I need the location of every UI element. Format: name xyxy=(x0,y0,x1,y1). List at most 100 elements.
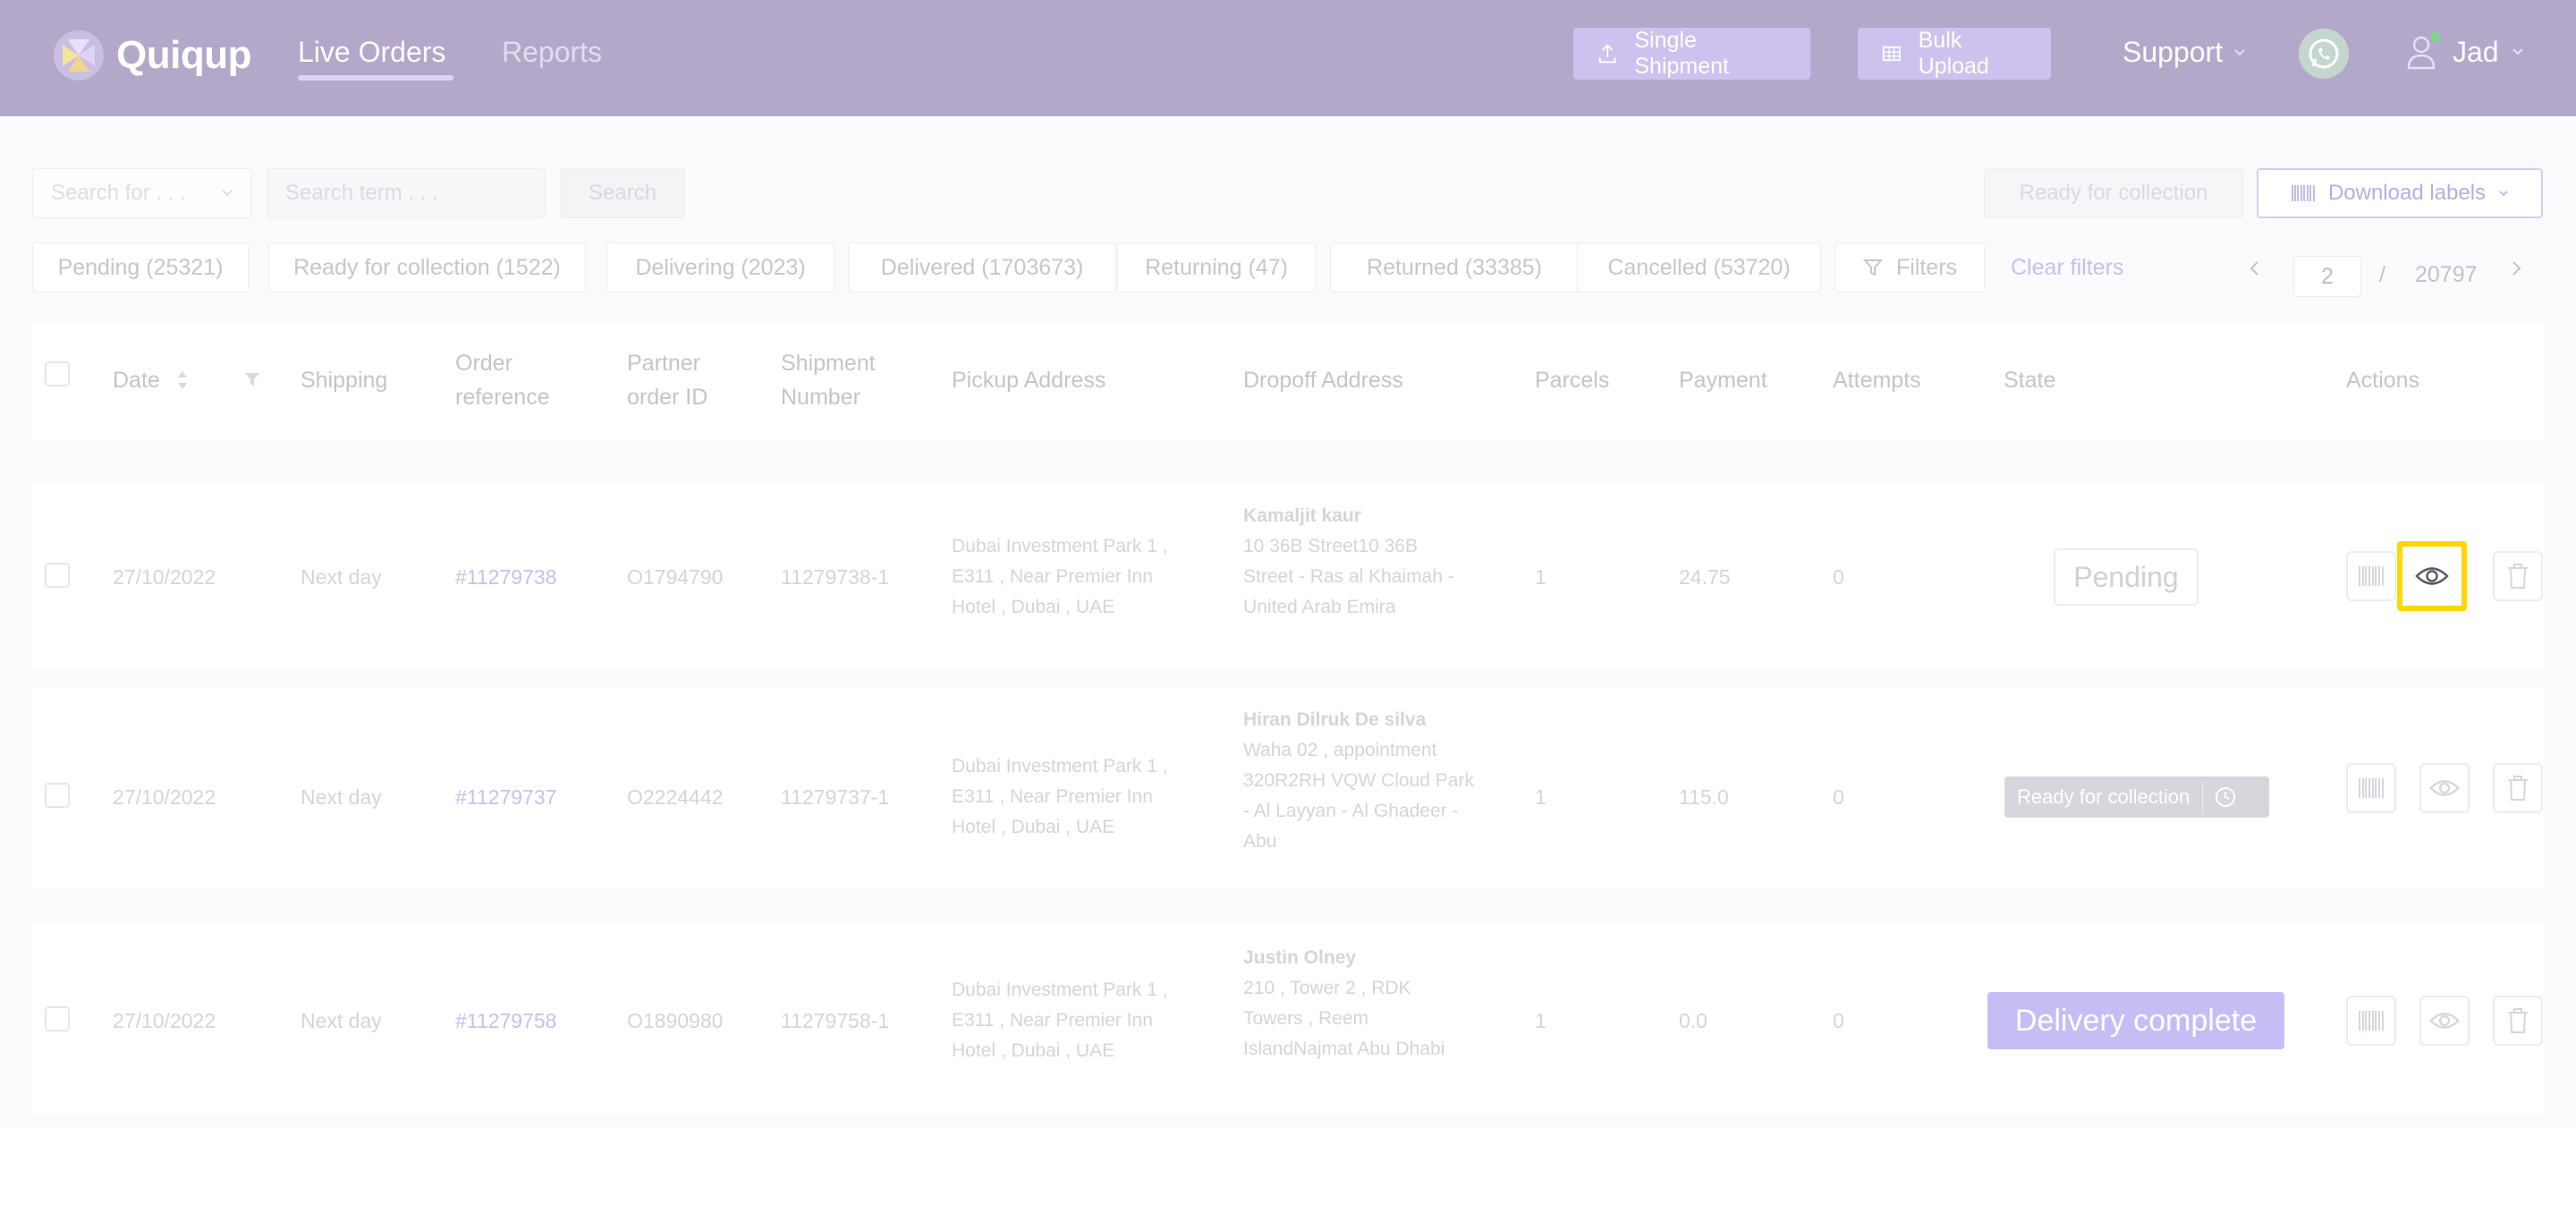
main-content: Search for . . . Search term . . . Searc… xyxy=(0,116,2576,1127)
row-checkbox[interactable] xyxy=(45,783,70,808)
status-chip-delivered[interactable]: Delivered (1703673) xyxy=(848,242,1116,293)
row-order-reference-link[interactable]: #11279738 xyxy=(455,562,556,592)
row-shipping: Next day xyxy=(301,785,382,809)
row-pickup-line: E311 , Near Premier Inn xyxy=(952,1010,1153,1031)
trash-icon xyxy=(2508,564,2528,589)
brand-name: Quiqup xyxy=(116,33,251,77)
header-pickup-address: Pickup Address xyxy=(952,368,1106,393)
row-checkbox[interactable] xyxy=(45,563,70,588)
status-chip-cancelled[interactable]: Cancelled (53720) xyxy=(1577,242,1821,293)
clock-icon[interactable] xyxy=(2203,785,2248,809)
row-dropoff-name: Hiran Dilruk De silva xyxy=(1243,709,1427,730)
print-label-button[interactable] xyxy=(2346,551,2396,601)
eye-icon xyxy=(2415,567,2449,585)
online-status-dot xyxy=(2430,32,2440,42)
nav-reports[interactable]: Reports xyxy=(502,36,602,69)
row-pickup-line: Hotel , Dubai , UAE xyxy=(952,1040,1115,1061)
status-chip-pending[interactable]: Pending (25321) xyxy=(32,242,249,293)
row-shipment-number: 11279738-1 xyxy=(781,565,890,589)
header-order-reference-line2: reference xyxy=(455,385,550,410)
select-all-checkbox[interactable] xyxy=(45,361,70,386)
row-partner-order-id: O2224442 xyxy=(627,785,724,809)
row-order-reference-link[interactable]: #11279737 xyxy=(455,782,556,812)
bulk-upload-button[interactable]: Bulk Upload xyxy=(1858,28,2051,80)
row-dropoff-line: - Al Layyan - Al Ghadeer - xyxy=(1243,801,1459,821)
row-dropoff-line: Abu xyxy=(1243,831,1277,852)
print-label-button[interactable] xyxy=(2346,763,2396,813)
filter-icon xyxy=(1862,259,1884,276)
row-dropoff-name: Kamaljit kaur xyxy=(1243,505,1361,526)
nav-live-orders[interactable]: Live Orders xyxy=(298,36,445,69)
filter-icon[interactable] xyxy=(243,370,261,388)
header-shipment-line2: Number xyxy=(781,385,860,410)
row-dropoff-line: 10 36B Street10 36B xyxy=(1243,536,1418,556)
status-chip-returning[interactable]: Returning (47) xyxy=(1117,242,1316,293)
print-label-button[interactable] xyxy=(2346,996,2396,1046)
table-header: Date Shipping Order reference Partner or… xyxy=(32,324,2544,440)
download-labels-button[interactable]: Download labels xyxy=(2257,168,2543,218)
row-pickup-line: Dubai Investment Park 1 , xyxy=(952,980,1168,1000)
row-checkbox[interactable] xyxy=(45,1006,70,1031)
search-button[interactable]: Search xyxy=(560,168,685,218)
view-order-button[interactable] xyxy=(2419,996,2470,1046)
header-actions: Actions xyxy=(2346,368,2419,393)
page-number-input[interactable]: 2 xyxy=(2293,256,2361,297)
support-menu[interactable]: Support xyxy=(2123,36,2246,69)
clear-filters-link[interactable]: Clear filters xyxy=(2011,255,2123,281)
page-separator: / xyxy=(2379,262,2385,287)
search-for-select[interactable]: Search for . . . xyxy=(32,168,252,218)
view-order-button[interactable] xyxy=(2419,763,2470,813)
bulk-upload-label: Bulk Upload xyxy=(1918,28,1989,79)
single-shipment-button[interactable]: Single Shipment xyxy=(1573,28,1810,80)
row-date: 27/10/2022 xyxy=(113,1009,216,1032)
row-payment: 115.0 xyxy=(1679,785,1729,809)
row-partner-order-id: O1890980 xyxy=(627,1009,724,1032)
page-total: 20797 xyxy=(2415,262,2478,287)
row-parcels: 1 xyxy=(1535,1009,1546,1032)
row-dropoff-line: 210 , Tower 2 , RDK xyxy=(1243,978,1411,998)
delete-order-button[interactable] xyxy=(2493,996,2543,1046)
chevron-left-icon[interactable] xyxy=(2247,259,2261,277)
status-badge-ready-for-collection: Ready for collection xyxy=(2004,776,2269,818)
row-partner-order-id: O1794790 xyxy=(627,565,724,589)
brand[interactable]: Quiqup xyxy=(54,27,251,84)
sort-icon[interactable] xyxy=(176,368,189,393)
filters-label: Filters xyxy=(1895,254,1958,280)
status-chip-returned[interactable]: Returned (33385) xyxy=(1330,242,1579,293)
row-pickup-line: Hotel , Dubai , UAE xyxy=(952,597,1115,617)
status-chip-ready-for-collection[interactable]: Ready for collection (1522) xyxy=(268,242,586,293)
row-shipping: Next day xyxy=(301,565,382,589)
barcode-icon xyxy=(2359,778,2384,798)
row-dropoff-line: IslandNajmat Abu Dhabi xyxy=(1243,1039,1445,1059)
row-order-reference-link[interactable]: #11279758 xyxy=(455,1006,556,1036)
whatsapp-icon[interactable] xyxy=(2299,29,2349,79)
row-attempts: 0 xyxy=(1833,1009,1844,1032)
support-label: Support xyxy=(2123,36,2224,68)
chevron-right-icon[interactable] xyxy=(2510,259,2524,277)
row-dropoff-line: 320R2RH VQW Cloud Park xyxy=(1243,770,1474,791)
ready-for-collection-button[interactable]: Ready for collection xyxy=(1984,168,2243,218)
row-pickup-line: Hotel , Dubai , UAE xyxy=(952,817,1115,837)
user-menu[interactable]: Jad xyxy=(2406,32,2524,70)
upload-icon xyxy=(1598,44,1616,64)
search-bar: Search for . . . Search term . . . Searc… xyxy=(32,168,685,218)
header-shipping: Shipping xyxy=(301,368,388,393)
view-order-button[interactable] xyxy=(2397,541,2467,611)
row-dropoff-line: Towers , Reem xyxy=(1243,1008,1369,1029)
status-chip-delivering[interactable]: Delivering (2023) xyxy=(606,242,835,293)
header-date[interactable]: Date xyxy=(113,363,160,397)
search-term-input[interactable]: Search term . . . xyxy=(267,168,546,218)
row-parcels: 1 xyxy=(1535,565,1546,589)
chevron-down-icon xyxy=(2512,48,2523,55)
eye-icon xyxy=(2429,780,2460,796)
delete-order-button[interactable] xyxy=(2493,763,2543,813)
row-date: 27/10/2022 xyxy=(113,785,216,809)
row-dropoff-line: Street - Ras al Khaimah - xyxy=(1243,566,1454,587)
header-attempts: Attempts xyxy=(1833,368,1921,393)
table-row: 27/10/2022 Next day #11279738 O1794790 1… xyxy=(32,481,2544,669)
delete-order-button[interactable] xyxy=(2493,551,2543,601)
download-labels-label: Download labels xyxy=(2327,181,2487,205)
search-for-placeholder: Search for . . . xyxy=(51,181,186,205)
row-pickup-line: Dubai Investment Park 1 , xyxy=(952,756,1168,776)
filters-button[interactable]: Filters xyxy=(1835,242,1985,293)
